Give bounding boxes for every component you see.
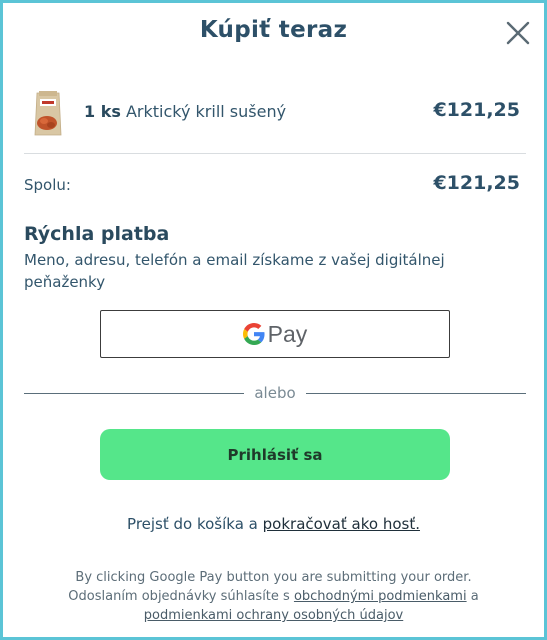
total-value: €121,25 xyxy=(433,172,520,194)
legal-notice: By clicking Google Pay button you are su… xyxy=(23,568,524,625)
cart-item: 1 ks Arktický krill sušený xyxy=(84,102,286,121)
legal-conjunction: a xyxy=(466,589,479,604)
separator-line-left xyxy=(24,392,245,394)
total-label: Spolu: xyxy=(24,176,71,194)
continue-as-guest-link[interactable]: pokračovať ako hosť. xyxy=(263,515,420,533)
legal-line-1: By clicking Google Pay button you are su… xyxy=(75,570,472,585)
cart-item-quantity: 1 ks xyxy=(84,102,121,121)
cart-item-price: €121,25 xyxy=(433,99,520,121)
google-pay-label: Pay xyxy=(267,320,308,347)
privacy-policy-link[interactable]: podmienkami ochrany osobných údajov xyxy=(144,608,403,623)
product-thumbnail xyxy=(34,91,62,136)
guest-prefix: Prejsť do košíka a xyxy=(127,515,263,533)
divider xyxy=(24,153,526,154)
google-g-icon xyxy=(242,323,265,345)
buy-now-dialog: Kúpiť teraz 1 ks Arktický krill sušený €… xyxy=(0,0,547,640)
close-icon[interactable] xyxy=(505,20,531,46)
fast-pay-title: Rýchla platba xyxy=(24,223,170,245)
separator-line-right xyxy=(305,392,527,394)
terms-link[interactable]: obchodnými podmienkami xyxy=(294,589,467,604)
login-button[interactable]: Prihlásiť sa xyxy=(100,429,450,480)
fast-pay-description: Meno, adresu, telefón a email získame z … xyxy=(24,251,445,291)
dialog-title: Kúpiť teraz xyxy=(199,17,348,43)
google-pay-button[interactable]: Pay xyxy=(100,310,450,358)
separator-text: alebo xyxy=(254,384,296,402)
legal-line-2-prefix: Odoslaním objednávky súhlasíte s xyxy=(68,589,294,604)
guest-checkout-row: Prejsť do košíka a pokračovať ako hosť. xyxy=(3,515,544,533)
cart-item-name: Arktický krill sušený xyxy=(125,102,287,121)
or-separator: alebo xyxy=(24,383,527,403)
